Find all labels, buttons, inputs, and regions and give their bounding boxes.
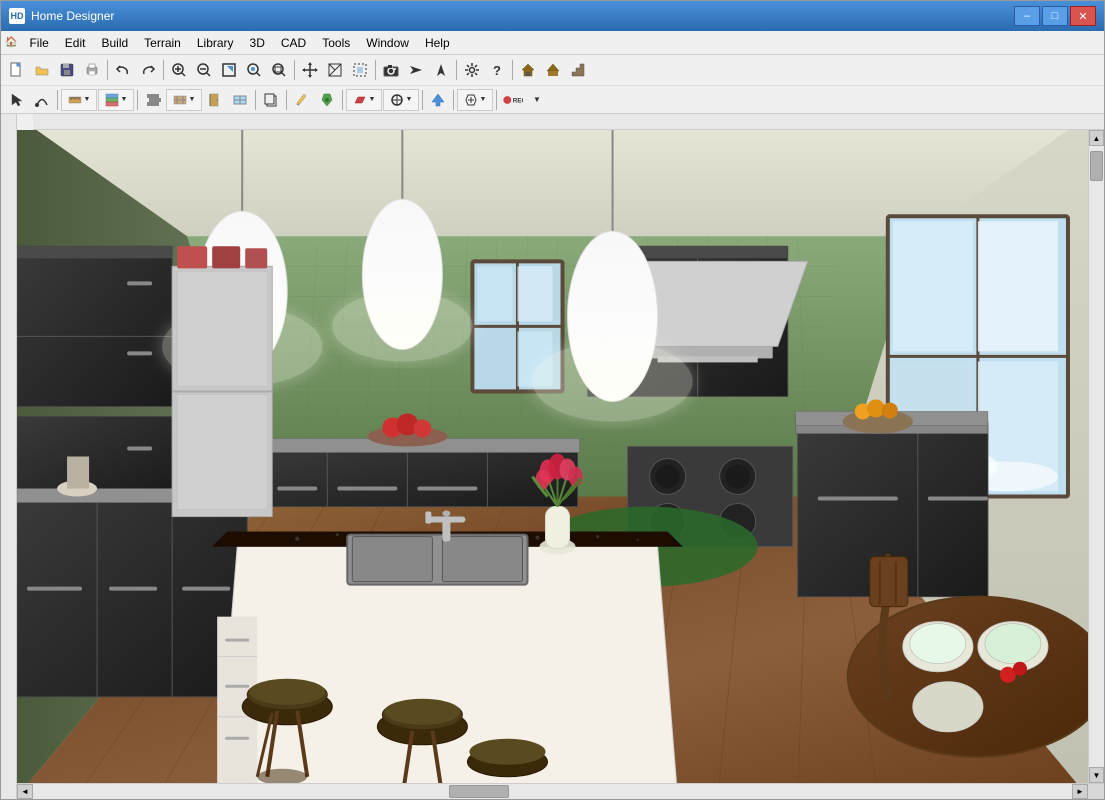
separator-1 (107, 60, 108, 80)
scrollbar-corner (1088, 784, 1104, 800)
toolbar-row-2: ▼ ▼ ▼ (1, 85, 1104, 113)
select-tool-button[interactable] (5, 88, 29, 112)
menu-edit[interactable]: Edit (57, 31, 94, 54)
redo-button[interactable] (136, 58, 160, 82)
separator-r2-1 (57, 90, 58, 110)
pencil-button[interactable] (290, 88, 314, 112)
settings-button[interactable] (460, 58, 484, 82)
app-icon: HD (9, 8, 25, 24)
wall-tool-button[interactable] (141, 88, 165, 112)
separator-r2-6 (422, 90, 423, 110)
roof-button[interactable] (541, 58, 565, 82)
canvas-area[interactable] (17, 130, 1088, 783)
copy-tool-button[interactable] (259, 88, 283, 112)
maximize-button[interactable]: □ (1042, 6, 1068, 26)
help-question-button[interactable]: ? (485, 58, 509, 82)
scrollbar-vertical[interactable]: ▲ ▼ (1088, 130, 1104, 783)
ruler-horizontal (33, 114, 1104, 130)
select-area-button[interactable] (348, 58, 372, 82)
undo-button[interactable] (111, 58, 135, 82)
main-area: ▲ ▼ ◄ ► (1, 114, 1104, 799)
main-window: HD Home Designer – □ ✕ 🏠 File Edit Build… (0, 0, 1105, 800)
separator-r2-2 (137, 90, 138, 110)
scrollbar-horizontal-container: ◄ ► (17, 783, 1104, 799)
ruler-vertical (1, 114, 17, 799)
scrollbar-down-button[interactable]: ▼ (1089, 767, 1104, 783)
menu-help[interactable]: Help (417, 31, 458, 54)
transform-dropdown[interactable]: ▼ (383, 89, 419, 111)
ruler-dropdown[interactable]: ▼ (61, 89, 97, 111)
scrollbar-right-button[interactable]: ► (1072, 784, 1088, 799)
separator-r2-3 (255, 90, 256, 110)
close-button[interactable]: ✕ (1070, 6, 1096, 26)
scrollbar-track-v[interactable] (1089, 146, 1104, 767)
pan-button[interactable] (298, 58, 322, 82)
stairs-button[interactable] (566, 58, 590, 82)
separator-r2-8 (496, 90, 497, 110)
scrollbar-left-button[interactable]: ◄ (17, 784, 33, 799)
scrollbar-thumb-v[interactable] (1090, 151, 1103, 181)
brush-button[interactable] (315, 88, 339, 112)
zoom-in2-button[interactable] (242, 58, 266, 82)
scrollbar-thumb-h[interactable] (449, 785, 509, 798)
menu-library[interactable]: Library (189, 31, 242, 54)
zoom-in-button[interactable] (167, 58, 191, 82)
menu-bar: 🏠 File Edit Build Terrain Library 3D CAD… (1, 31, 1104, 55)
separator-4 (375, 60, 376, 80)
separator-r2-5 (342, 90, 343, 110)
toolbar-container: ? ▼ (1, 55, 1104, 114)
wall-type-dropdown[interactable]: ▼ (166, 89, 202, 111)
window-controls: – □ ✕ (1014, 6, 1096, 26)
title-bar: HD Home Designer – □ ✕ (1, 1, 1104, 31)
window-title: Home Designer (31, 9, 1014, 23)
arc-tool-button[interactable] (30, 88, 54, 112)
menu-file[interactable]: File (21, 31, 56, 54)
scrollbar-up-button[interactable]: ▲ (1089, 130, 1104, 146)
svg-text:REC: REC (513, 97, 523, 104)
house-button[interactable] (516, 58, 540, 82)
separator-r2-4 (286, 90, 287, 110)
open-button[interactable] (30, 58, 54, 82)
wireframe-button[interactable] (323, 58, 347, 82)
fill-window-button[interactable] (217, 58, 241, 82)
layer-dropdown[interactable]: ▼ (98, 89, 134, 111)
menu-bar-icon: 🏠 (5, 37, 17, 48)
menu-build[interactable]: Build (93, 31, 136, 54)
separator-3 (294, 60, 295, 80)
window-tool-button[interactable] (228, 88, 252, 112)
rec-dropdown[interactable]: ▼ (525, 88, 549, 112)
door-button[interactable] (203, 88, 227, 112)
arrow-right-button[interactable] (404, 58, 428, 82)
separator-5 (456, 60, 457, 80)
menu-terrain[interactable]: Terrain (136, 31, 189, 54)
snap-dropdown[interactable]: ▼ (457, 89, 493, 111)
kitchen-scene (17, 130, 1088, 783)
camera-button[interactable] (379, 58, 403, 82)
menu-window[interactable]: Window (358, 31, 417, 54)
menu-cad[interactable]: CAD (273, 31, 314, 54)
minimize-button[interactable]: – (1014, 6, 1040, 26)
toolbar-row-1: ? (1, 55, 1104, 85)
menu-3d[interactable]: 3D (242, 31, 273, 54)
separator-2 (163, 60, 164, 80)
save-button[interactable] (55, 58, 79, 82)
scrollbar-track-h[interactable] (33, 784, 1072, 799)
separator-6 (512, 60, 513, 80)
arrow-up-button[interactable] (429, 58, 453, 82)
erase-dropdown[interactable]: ▼ (346, 89, 382, 111)
rec-button[interactable]: REC (500, 88, 524, 112)
print-button[interactable] (80, 58, 104, 82)
zoom-out2-button[interactable] (267, 58, 291, 82)
up-arrow-button[interactable] (426, 88, 450, 112)
separator-r2-7 (453, 90, 454, 110)
new-button[interactable] (5, 58, 29, 82)
zoom-out-button[interactable] (192, 58, 216, 82)
menu-tools[interactable]: Tools (314, 31, 358, 54)
